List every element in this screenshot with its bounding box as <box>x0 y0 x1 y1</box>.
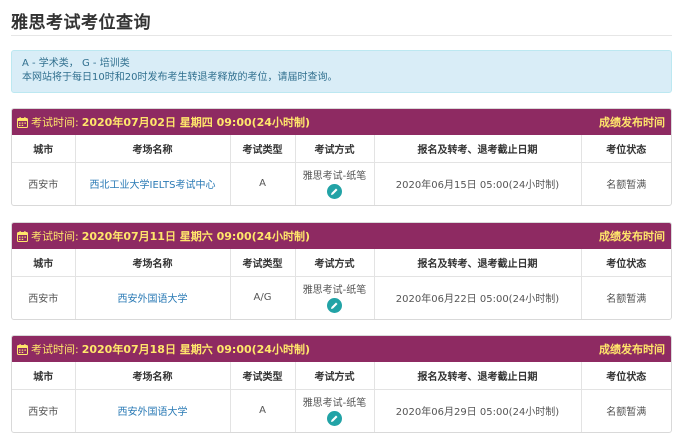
col-header-status: 考位状态 <box>581 362 671 390</box>
session-table: 城市 考场名称 考试类型 考试方式 报名及转考、退考截止日期 考位状态 西安市 … <box>12 135 671 205</box>
venue-link[interactable]: 西北工业大学IELTS考试中心 <box>90 180 216 191</box>
method-text: 雅思考试-纸笔 <box>302 171 367 183</box>
result-release-label: 成绩发布时间 <box>599 116 665 129</box>
exam-time-value: 2020年07月18日 星期六 09:00(24小时制) <box>81 343 310 356</box>
status-cell: 名额暂满 <box>606 294 647 306</box>
table-row: 西安市 西安外国语大学 A 雅思考试-纸笔 2020年06月29日 05:00(… <box>12 389 671 432</box>
venue-link[interactable]: 西安外国语大学 <box>118 407 188 418</box>
method-cell: 雅思考试-纸笔 <box>295 276 375 319</box>
session-card: 考试时间: 2020年07月02日 星期四 09:00(24小时制) 成绩发布时… <box>11 108 672 206</box>
notice-line-2: 本网站将于每日10时和20时发布考生转退考释放的考位，请届时查询。 <box>22 72 338 83</box>
status-cell: 名额暂满 <box>606 180 647 192</box>
venue-cell: 西安外国语大学 <box>75 389 231 432</box>
session-header: 考试时间: 2020年07月18日 星期六 09:00(24小时制) 成绩发布时… <box>12 336 671 362</box>
exam-time-value: 2020年07月02日 星期四 09:00(24小时制) <box>81 116 310 129</box>
calendar-icon <box>17 343 28 355</box>
info-notice: A - 学术类， G - 培训类 本网站将于每日10时和20时发布考生转退考释放… <box>11 50 672 93</box>
deadline-cell: 2020年06月22日 05:00(24小时制) <box>374 276 582 319</box>
session-header: 考试时间: 2020年07月11日 星期六 09:00(24小时制) 成绩发布时… <box>12 223 671 249</box>
table-row: 西安市 西北工业大学IELTS考试中心 A 雅思考试-纸笔 2020年06月15… <box>12 162 671 205</box>
session-card: 考试时间: 2020年07月11日 星期六 09:00(24小时制) 成绩发布时… <box>11 222 672 320</box>
notice-line-1: A - 学术类， G - 培训类 <box>22 58 130 69</box>
calendar-icon <box>17 230 28 242</box>
pencil-icon <box>331 415 338 423</box>
edit-button[interactable] <box>327 298 342 314</box>
city-cell: 西安市 <box>12 389 76 432</box>
col-header-status: 考位状态 <box>581 135 671 163</box>
edit-button[interactable] <box>327 184 342 200</box>
table-header-row: 城市 考场名称 考试类型 考试方式 报名及转考、退考截止日期 考位状态 <box>12 362 671 390</box>
method-text: 雅思考试-纸笔 <box>302 398 367 410</box>
page-title: 雅思考试考位查询 <box>11 13 151 33</box>
session-table: 城市 考场名称 考试类型 考试方式 报名及转考、退考截止日期 考位状态 西安市 … <box>12 249 671 319</box>
pencil-icon <box>331 188 338 196</box>
exam-time-label: 考试时间: <box>31 343 79 356</box>
title-divider <box>11 35 672 36</box>
status-cell: 名额暂满 <box>606 407 647 419</box>
session-card: 考试时间: 2020年07月18日 星期六 09:00(24小时制) 成绩发布时… <box>11 335 672 433</box>
col-header-venue: 考场名称 <box>75 249 231 277</box>
col-header-deadline: 报名及转考、退考截止日期 <box>374 249 582 277</box>
type-cell: A <box>230 162 296 205</box>
col-header-status: 考位状态 <box>581 249 671 277</box>
col-header-city: 城市 <box>12 249 76 277</box>
type-cell: A <box>230 389 296 432</box>
session-datetime: 考试时间: 2020年07月11日 星期六 09:00(24小时制) <box>17 228 310 244</box>
col-header-type: 考试类型 <box>230 135 296 163</box>
result-release-label: 成绩发布时间 <box>599 230 665 243</box>
deadline-cell: 2020年06月29日 05:00(24小时制) <box>374 389 582 432</box>
venue-cell: 西安外国语大学 <box>75 276 231 319</box>
method-text: 雅思考试-纸笔 <box>302 285 367 297</box>
deadline-cell: 2020年06月15日 05:00(24小时制) <box>374 162 582 205</box>
venue-link[interactable]: 西安外国语大学 <box>118 294 188 305</box>
col-header-type: 考试类型 <box>230 249 296 277</box>
exam-time-value: 2020年07月11日 星期六 09:00(24小时制) <box>81 230 310 243</box>
col-header-deadline: 报名及转考、退考截止日期 <box>374 135 582 163</box>
col-header-type: 考试类型 <box>230 362 296 390</box>
city-cell: 西安市 <box>12 162 76 205</box>
col-header-city: 城市 <box>12 362 76 390</box>
result-release-label: 成绩发布时间 <box>599 343 665 356</box>
col-header-venue: 考场名称 <box>75 362 231 390</box>
city-cell: 西安市 <box>12 276 76 319</box>
edit-button[interactable] <box>327 411 342 427</box>
col-header-method: 考试方式 <box>295 249 375 277</box>
col-header-venue: 考场名称 <box>75 135 231 163</box>
page: 雅思考试考位查询 A - 学术类， G - 培训类 本网站将于每日10时和20时… <box>0 0 676 435</box>
table-row: 西安市 西安外国语大学 A/G 雅思考试-纸笔 2020年06月22日 05:0… <box>12 276 671 319</box>
table-header-row: 城市 考场名称 考试类型 考试方式 报名及转考、退考截止日期 考位状态 <box>12 249 671 277</box>
session-datetime: 考试时间: 2020年07月18日 星期六 09:00(24小时制) <box>17 341 310 357</box>
exam-time-label: 考试时间: <box>31 116 79 129</box>
col-header-city: 城市 <box>12 135 76 163</box>
method-cell: 雅思考试-纸笔 <box>295 389 375 432</box>
session-datetime: 考试时间: 2020年07月02日 星期四 09:00(24小时制) <box>17 114 310 130</box>
col-header-method: 考试方式 <box>295 135 375 163</box>
session-table: 城市 考场名称 考试类型 考试方式 报名及转考、退考截止日期 考位状态 西安市 … <box>12 362 671 432</box>
col-header-method: 考试方式 <box>295 362 375 390</box>
session-header: 考试时间: 2020年07月02日 星期四 09:00(24小时制) 成绩发布时… <box>12 109 671 135</box>
col-header-deadline: 报名及转考、退考截止日期 <box>374 362 582 390</box>
method-cell: 雅思考试-纸笔 <box>295 162 375 205</box>
calendar-icon <box>17 116 28 128</box>
table-header-row: 城市 考场名称 考试类型 考试方式 报名及转考、退考截止日期 考位状态 <box>12 135 671 163</box>
type-cell: A/G <box>230 276 296 319</box>
pencil-icon <box>331 302 338 310</box>
exam-time-label: 考试时间: <box>31 230 79 243</box>
venue-cell: 西北工业大学IELTS考试中心 <box>75 162 231 205</box>
